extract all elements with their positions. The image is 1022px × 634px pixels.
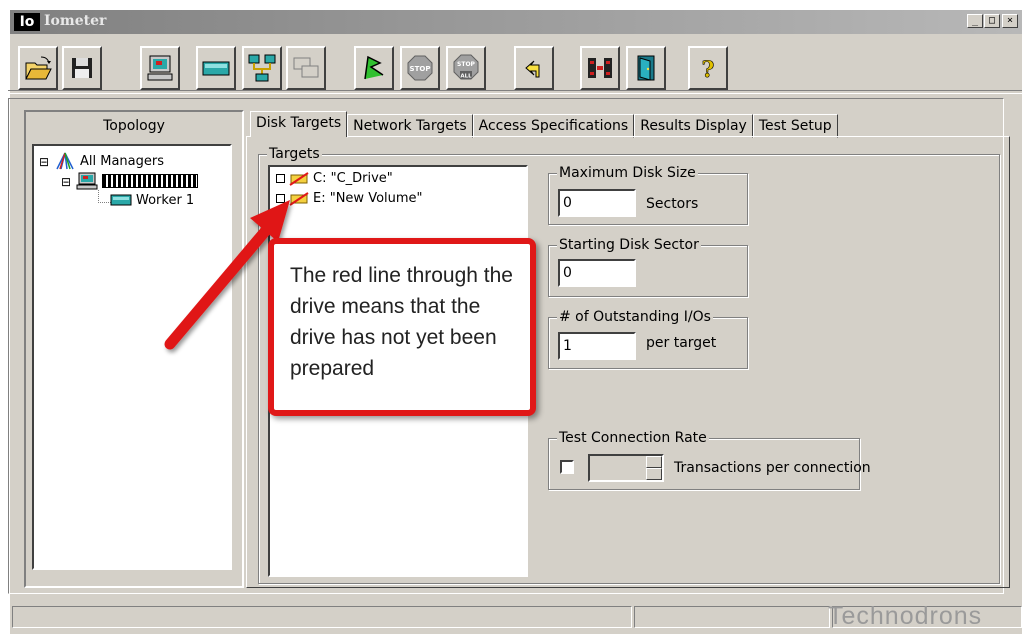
reset-workers-button[interactable] bbox=[514, 46, 554, 90]
stop-icon-text: STOP bbox=[410, 65, 431, 73]
tab-test-setup[interactable]: Test Setup bbox=[752, 114, 838, 138]
callout-text: The red line through the drive means tha… bbox=[290, 264, 513, 380]
starting-disk-sector-label: Starting Disk Sector bbox=[557, 237, 701, 253]
new-disk-worker-button[interactable] bbox=[196, 46, 236, 90]
status-pane-secondary bbox=[634, 606, 830, 628]
annotation-callout: The red line through the drive means tha… bbox=[268, 238, 536, 416]
tree-label-all-managers: All Managers bbox=[80, 153, 165, 169]
test-connection-rate-checkbox[interactable] bbox=[560, 460, 574, 474]
duplicate-worker-icon bbox=[293, 57, 319, 78]
spinner-up-button[interactable] bbox=[646, 456, 662, 468]
stop-all-button[interactable]: STOP ALL bbox=[446, 46, 486, 90]
tree-expander[interactable]: ⊟ bbox=[38, 156, 50, 168]
start-tests-button[interactable] bbox=[354, 46, 394, 90]
tab-results-display[interactable]: Results Display bbox=[634, 114, 753, 138]
save-icon bbox=[72, 58, 92, 78]
app-icon: Io bbox=[14, 13, 40, 31]
maximize-button[interactable]: □ bbox=[984, 14, 1000, 28]
help-icon: ? bbox=[701, 57, 715, 83]
tab-network-targets[interactable]: Network Targets bbox=[347, 114, 473, 138]
outstanding-ios-input[interactable]: 1 bbox=[558, 332, 636, 360]
window-title: Iometer bbox=[44, 13, 107, 29]
tab-disk-targets[interactable]: Disk Targets bbox=[250, 111, 348, 137]
disconnect-button[interactable] bbox=[580, 46, 620, 90]
exit-icon bbox=[637, 55, 655, 81]
new-manager-button[interactable] bbox=[140, 46, 180, 90]
manager-computer-icon bbox=[76, 172, 98, 190]
outstanding-ios-unit: per target bbox=[646, 335, 717, 351]
targets-group-label: Targets bbox=[267, 146, 322, 162]
stop-all-icon-text1: STOP bbox=[457, 61, 476, 68]
new-network-worker-button[interactable] bbox=[242, 46, 282, 90]
stop-all-icon: STOP ALL bbox=[453, 54, 479, 80]
spinner-down-button[interactable] bbox=[646, 468, 662, 480]
exit-button[interactable] bbox=[626, 46, 666, 90]
new-manager-icon bbox=[147, 55, 173, 81]
open-icon bbox=[25, 56, 52, 80]
new-disk-worker-icon bbox=[202, 61, 230, 76]
status-pane-main bbox=[12, 606, 632, 628]
disk-worker-icon bbox=[110, 194, 132, 206]
help-icon-text: ? bbox=[702, 57, 715, 83]
help-button[interactable]: ? bbox=[688, 46, 728, 90]
tab-access-specifications[interactable]: Access Specifications bbox=[472, 114, 635, 138]
max-disk-size-label: Maximum Disk Size bbox=[557, 165, 698, 181]
transactions-spinner[interactable] bbox=[646, 456, 662, 480]
toolbar-separator bbox=[8, 90, 1022, 94]
start-tests-icon bbox=[364, 55, 384, 80]
reset-workers-icon bbox=[525, 60, 540, 78]
max-disk-size-unit: Sectors bbox=[646, 196, 699, 212]
transactions-per-connection-unit: Transactions per connection bbox=[674, 460, 871, 476]
topology-title: Topology bbox=[103, 118, 165, 134]
stop-all-icon-text2: ALL bbox=[460, 74, 472, 80]
duplicate-worker-button[interactable] bbox=[286, 46, 326, 90]
title-bar[interactable]: Io Iometer _ □ × bbox=[10, 10, 1022, 34]
stop-icon: STOP bbox=[407, 55, 433, 81]
watermark: Technodrons bbox=[828, 602, 983, 630]
disconnect-icon bbox=[588, 58, 612, 78]
test-connection-rate-label: Test Connection Rate bbox=[557, 430, 709, 446]
tab-strip: Disk Targets Network Targets Access Spec… bbox=[250, 111, 838, 138]
target-label: E: "New Volume" bbox=[313, 191, 423, 206]
target-label: C: "C_Drive" bbox=[313, 171, 393, 186]
stop-button[interactable]: STOP bbox=[400, 46, 440, 90]
max-disk-size-input[interactable]: 0 bbox=[558, 189, 636, 217]
open-button[interactable] bbox=[18, 46, 58, 90]
new-network-worker-icon bbox=[248, 54, 276, 82]
tree-expander[interactable]: ⊟ bbox=[60, 176, 72, 188]
all-managers-icon bbox=[56, 152, 74, 170]
close-button[interactable]: × bbox=[1002, 14, 1018, 28]
outstanding-ios-label: # of Outstanding I/Os bbox=[557, 309, 713, 325]
save-button[interactable] bbox=[62, 46, 102, 90]
starting-disk-sector-input[interactable]: 0 bbox=[558, 259, 636, 287]
tree-node-all-managers[interactable]: ⊟ All Managers bbox=[38, 152, 164, 170]
minimize-button[interactable]: _ bbox=[967, 14, 983, 28]
